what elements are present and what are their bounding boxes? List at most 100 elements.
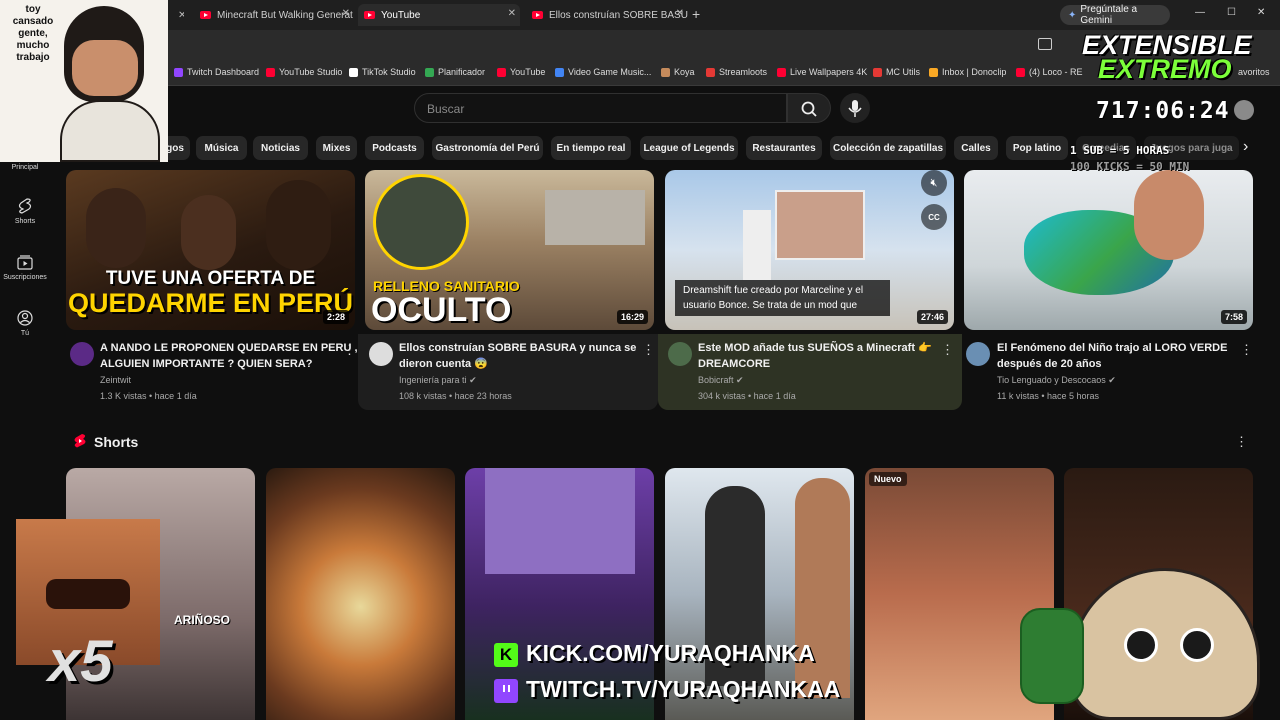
close-icon[interactable]: ✕: [508, 8, 516, 19]
video-title[interactable]: Ellos construían SOBRE BASURA y nunca se…: [399, 340, 636, 372]
minimize-button[interactable]: —: [1195, 7, 1205, 18]
microphone-icon: [848, 100, 862, 117]
video-thumbnail[interactable]: 7:58: [964, 170, 1253, 330]
maximize-button[interactable]: ☐: [1227, 7, 1236, 18]
bookmark-item[interactable]: Video Game Music...: [555, 67, 651, 77]
chevron-right-icon[interactable]: ›: [1243, 138, 1248, 156]
bookmark-item[interactable]: Streamloots: [706, 67, 767, 77]
channel-name[interactable]: Bobicraft ✔: [698, 372, 744, 388]
bookmark-item[interactable]: Koya: [661, 67, 695, 77]
title-line: ALGUIEN IMPORTANTE ? QUIEN SERA?: [100, 358, 313, 370]
person-shape: [181, 195, 236, 270]
close-icon[interactable]: ✕: [342, 8, 350, 19]
chip[interactable]: Noticias: [253, 136, 308, 160]
more-vert-icon[interactable]: ⋮: [1235, 434, 1248, 450]
gemini-button[interactable]: ✦ Pregúntale a Gemini: [1060, 4, 1170, 26]
zoom-circle: [373, 174, 469, 270]
channel-name[interactable]: Tio Lenguado y Descocaos ✔: [997, 372, 1116, 388]
chip[interactable]: Pop latino: [1006, 136, 1068, 160]
chip[interactable]: Restaurantes: [746, 136, 822, 160]
sidebar-item-label: Shorts: [14, 218, 36, 225]
chip[interactable]: Calles: [954, 136, 998, 160]
profile-avatar[interactable]: [1234, 100, 1254, 120]
channel-label: Ingeniería para ti: [399, 375, 467, 385]
channel-avatar[interactable]: [668, 342, 692, 366]
verified-icon: ✔: [736, 375, 744, 385]
new-badge: Nuevo: [869, 472, 907, 486]
captions-button[interactable]: CC: [921, 204, 947, 230]
search-icon: [801, 101, 817, 117]
channel-avatar[interactable]: [369, 342, 393, 366]
tab-label: Minecraft But Walking Generat…: [217, 9, 354, 21]
sidebar-item-home[interactable]: Principal: [0, 164, 50, 171]
mute-button[interactable]: 🔇︎: [921, 170, 947, 196]
cast-icon[interactable]: [1038, 38, 1052, 50]
more-vert-icon[interactable]: ⋮: [642, 342, 655, 358]
kick-logo-icon: K: [494, 643, 518, 667]
search-input[interactable]: Buscar: [414, 93, 787, 123]
sidebar-item-subscriptions[interactable]: Suscripciones: [0, 254, 50, 281]
close-window-button[interactable]: ✕: [1257, 7, 1265, 18]
more-vert-icon[interactable]: ⋮: [941, 342, 954, 358]
bookmark-item[interactable]: Twitch Dashboard: [174, 67, 259, 77]
voice-search-button[interactable]: [840, 93, 870, 123]
portrait-frame: [775, 190, 865, 260]
tab-close-prev[interactable]: ✕: [172, 4, 184, 26]
short-thumbnail[interactable]: [266, 468, 455, 720]
duration-badge: 27:46: [916, 310, 948, 324]
bookmark-item[interactable]: Planificador: [425, 67, 485, 77]
bookmarks-folder[interactable]: avoritos: [1238, 67, 1270, 77]
channel-avatar[interactable]: [966, 342, 990, 366]
brand-title: EXTREMO: [1098, 54, 1232, 84]
chip[interactable]: Gastronomía del Perú: [432, 136, 543, 160]
bookmark-label: Inbox | Donoclip: [942, 67, 1007, 77]
cartoon-face: [72, 40, 138, 96]
channel-name[interactable]: Zeintwit: [100, 372, 131, 388]
new-tab-button[interactable]: +: [692, 6, 700, 22]
bookmark-item[interactable]: TikTok Studio: [349, 67, 416, 77]
twitch-url: TWITCH.TV/YURAQHANKAA: [526, 676, 841, 702]
bookmark-item[interactable]: YouTube: [497, 67, 545, 77]
chip[interactable]: Colección de zapatillas: [830, 136, 946, 160]
more-vert-icon[interactable]: ⋮: [343, 342, 356, 358]
video-title[interactable]: El Fenómeno del Niño trajo al LORO VERDE…: [997, 340, 1227, 372]
video-preview[interactable]: 🔇︎ CC Dreamshift fue creado por Marcelin…: [665, 170, 954, 330]
caption-line: usuario Bonce. Se trata de un mod que: [683, 300, 858, 311]
shorts-icon: [18, 198, 32, 214]
close-icon[interactable]: ✕: [676, 8, 684, 19]
tab-ellos[interactable]: Ellos construían SOBRE BASUR… ✕: [526, 4, 688, 26]
bookmark-item[interactable]: YouTube Studio: [266, 67, 342, 77]
tiktok-icon: [349, 67, 358, 77]
chip[interactable]: League of Legends: [640, 136, 738, 160]
title-line: Este MOD añade tus SUEÑOS a Minecraft 👉: [698, 342, 932, 354]
gemini-label: Pregúntale a Gemini: [1080, 4, 1138, 26]
bookmark-item[interactable]: Live Wallpapers 4K: [777, 67, 867, 77]
more-vert-icon[interactable]: ⋮: [1240, 342, 1253, 358]
sidebar-item-you[interactable]: Tú: [0, 310, 50, 337]
channel-avatar[interactable]: [70, 342, 94, 366]
streamer-avatar-overlay: toy cansado gente, mucho trabajo: [0, 0, 168, 162]
cat-mascot-overlay: [1020, 528, 1270, 720]
search-button[interactable]: [787, 93, 831, 123]
tab-youtube[interactable]: YouTube ✕: [358, 4, 520, 26]
chip[interactable]: Podcasts: [365, 136, 424, 160]
youtube-favicon-icon: [200, 11, 211, 19]
person-shape: [86, 188, 146, 268]
video-thumbnail[interactable]: TUVE UNA OFERTA DE QUEDARME EN PERÚ 2:28: [66, 170, 355, 330]
bookmark-item[interactable]: MC Utils: [873, 67, 920, 77]
tab-minecraft[interactable]: Minecraft But Walking Generat… ✕: [194, 4, 354, 26]
sidebar-item-shorts[interactable]: Shorts: [0, 198, 50, 225]
video-thumbnail[interactable]: RELLENO SANITARIO OCULTO 16:29: [365, 170, 654, 330]
bookmark-item[interactable]: (4) Loco - RE: [1016, 67, 1083, 77]
chip[interactable]: Mixes: [316, 136, 357, 160]
sidebar-item-label: Principal: [11, 164, 39, 171]
video-title[interactable]: A NANDO LE PROPONEN QUEDARSE EN PERU , AL…: [100, 340, 358, 372]
chip[interactable]: Música: [196, 136, 247, 160]
video-meta: 108 k vistas • hace 23 horas: [399, 391, 512, 401]
video-title[interactable]: Este MOD añade tus SUEÑOS a Minecraft 👉 D…: [698, 340, 932, 372]
title-line: después de 20 años: [997, 358, 1102, 370]
channel-name[interactable]: Ingeniería para ti ✔: [399, 372, 477, 388]
chip[interactable]: En tiempo real: [551, 136, 631, 160]
bookmark-item[interactable]: Inbox | Donoclip: [929, 67, 1006, 77]
cat-head: [1070, 568, 1260, 720]
